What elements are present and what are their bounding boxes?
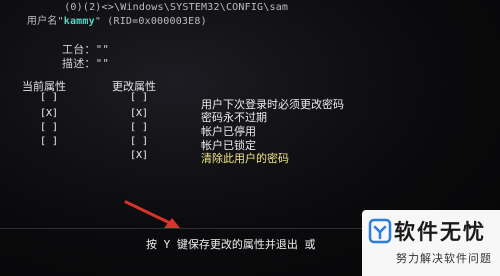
- header-prefix: [2, 16, 27, 27]
- current-checkbox-locked: [ ]: [40, 136, 59, 147]
- header-user-line: 用户名"kammy" (RID=0x000003E8): [2, 16, 207, 28]
- description-label: 描述："": [62, 57, 110, 70]
- header-path: (0)(2)<>\Windows\SYSTEM32\CONFIG\sam: [2, 2, 289, 13]
- watermark-title: 软件无忧: [394, 220, 486, 244]
- red-arrow-icon: [124, 200, 180, 228]
- change-checkbox-change-password[interactable]: [ ]: [130, 92, 148, 103]
- watermark-subtitle: 努力解决软件问题: [396, 252, 492, 265]
- header-rid: " (RID=0x000003E8): [94, 16, 207, 27]
- logo-icon: [368, 218, 392, 244]
- change-checkbox-disabled[interactable]: [ ]: [130, 122, 148, 133]
- current-checkbox-never-expires: [X]: [40, 108, 59, 119]
- current-checkbox-change-password: [ ]: [40, 92, 59, 103]
- watermark-logo: 软件无忧 努力解决软件问题: [362, 210, 500, 276]
- attr-desc-clear-password: 清除此用户的密码: [201, 152, 289, 165]
- screen: (0)(2)<>\Windows\SYSTEM32\CONFIG\sam 用户名…: [0, 0, 500, 276]
- header-user-name: kammy: [63, 16, 95, 27]
- change-checkbox-clear-password[interactable]: [X]: [130, 150, 148, 161]
- save-prompt: 按 Y 键保存更改的属性并退出 或: [146, 238, 316, 251]
- change-checkbox-locked[interactable]: [ ]: [130, 136, 148, 147]
- workgroup-label: 工台："": [62, 43, 110, 56]
- change-checkbox-never-expires[interactable]: [X]: [130, 108, 148, 119]
- header-user-label: 用户名": [26, 16, 64, 27]
- current-checkbox-disabled: [ ]: [40, 122, 59, 133]
